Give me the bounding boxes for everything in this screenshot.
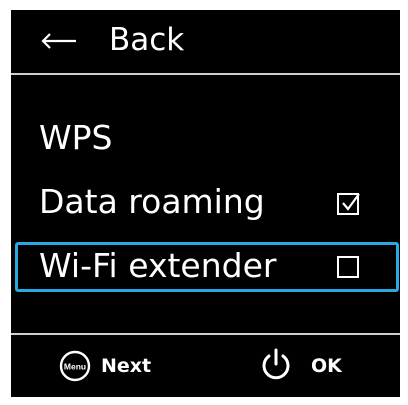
back-arrow-icon <box>41 32 77 50</box>
menu-item-data-roaming[interactable]: Data roaming <box>15 178 399 228</box>
menu-key-icon: Menu <box>59 350 91 382</box>
footer: Menu Next OK <box>11 336 400 397</box>
menu-item-wps[interactable]: WPS <box>15 114 399 164</box>
menu-item-label: WPS <box>39 118 113 157</box>
footer-divider <box>11 333 400 335</box>
header-divider <box>11 73 400 75</box>
menu-item-wifi-extender[interactable]: Wi-Fi extender <box>15 242 399 292</box>
back-label: Back <box>109 22 185 58</box>
header: Back <box>11 10 400 70</box>
svg-text:Menu: Menu <box>64 362 86 372</box>
ok-button[interactable]: OK <box>259 336 359 397</box>
next-button[interactable]: Menu Next <box>59 336 179 397</box>
menu-item-label: Wi-Fi extender <box>39 246 277 285</box>
power-icon <box>259 347 293 383</box>
next-label: Next <box>101 355 152 377</box>
checkmark-icon <box>342 193 360 211</box>
menu-item-label: Data roaming <box>39 182 265 221</box>
wifi-extender-checkbox[interactable] <box>337 256 359 278</box>
data-roaming-checkbox[interactable] <box>337 193 360 215</box>
ok-label: OK <box>311 355 342 377</box>
device-screen: Back WPS Data roaming Wi-Fi extender Men… <box>11 10 400 397</box>
